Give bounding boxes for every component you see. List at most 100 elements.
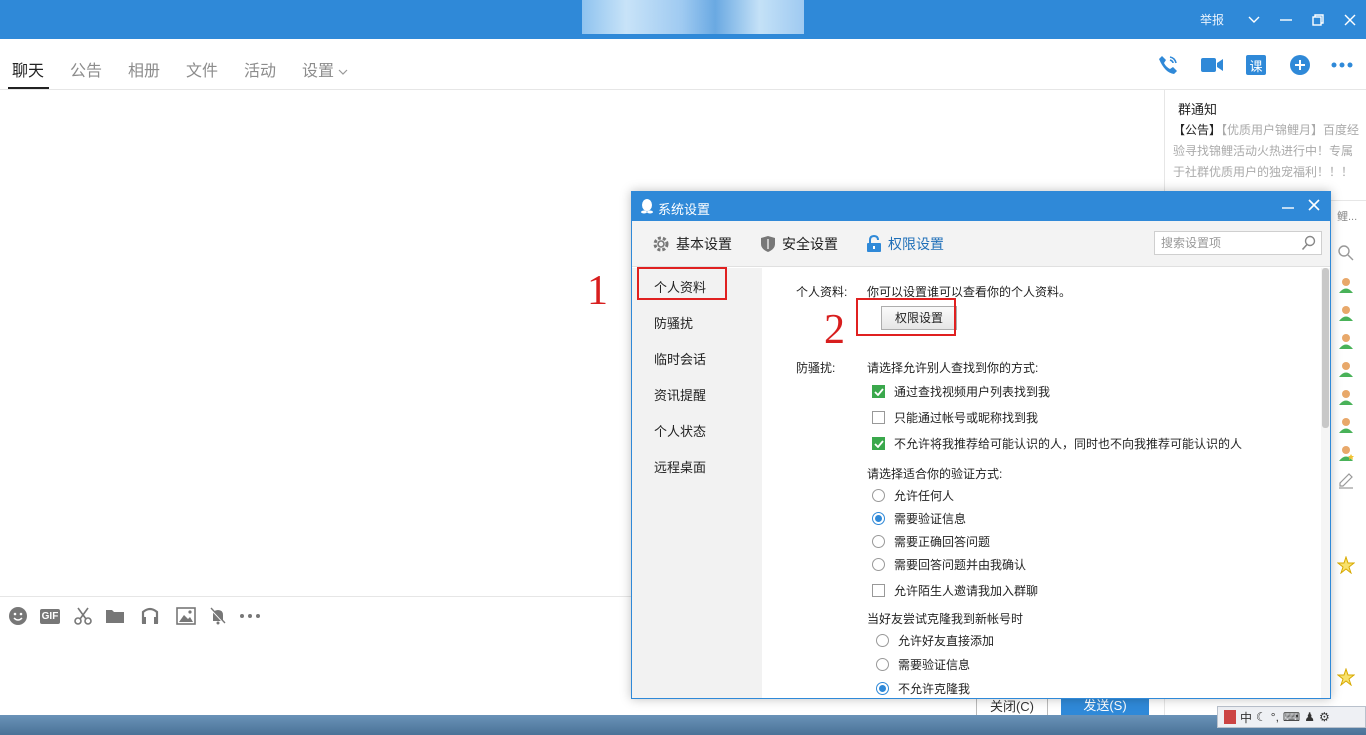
ime-logo-icon — [1224, 710, 1236, 724]
radio[interactable] — [876, 634, 889, 647]
clone-option-verify[interactable]: 需要验证信息 — [876, 656, 970, 673]
add-app-icon[interactable] — [1288, 53, 1312, 77]
video-call-icon[interactable] — [1200, 53, 1224, 77]
minimize-icon[interactable] — [1282, 198, 1294, 212]
screenshot-icon[interactable] — [72, 606, 94, 626]
close-icon[interactable] — [1334, 0, 1366, 39]
settings-category-nav: 基本设置 安全设置 权限设置 — [632, 221, 1330, 267]
settings-search[interactable] — [1154, 231, 1322, 255]
tab-security-settings[interactable]: 安全设置 — [760, 234, 838, 254]
find-option-no-recommend[interactable]: 不允许将我推荐给可能认识的人，同时也不向我推荐可能认识的人 — [872, 435, 1242, 452]
chat-tabs: 聊天 公告 相册 文件 活动 设置 课 — [0, 39, 1366, 90]
search-icon[interactable] — [1337, 244, 1355, 262]
anti-harassment-label: 防骚扰: — [796, 361, 836, 375]
option-label: 通过查找视频用户列表找到我 — [894, 385, 1051, 399]
music-icon[interactable] — [139, 606, 161, 626]
folder-icon[interactable] — [104, 606, 126, 626]
tab-chat[interactable]: 聊天 — [12, 57, 44, 81]
tab-album[interactable]: 相册 — [128, 57, 160, 81]
more-icon[interactable] — [1330, 53, 1354, 77]
search-icon[interactable] — [1301, 235, 1317, 251]
close-icon[interactable] — [1308, 198, 1320, 212]
emoji-icon[interactable] — [7, 606, 29, 626]
member-avatar-icon[interactable] — [1337, 304, 1355, 322]
checkbox[interactable] — [872, 411, 885, 424]
tab-settings[interactable]: 设置 — [302, 57, 348, 81]
more-icon[interactable] — [239, 606, 261, 626]
close-chat-button[interactable]: 关闭(C) — [976, 697, 1048, 715]
chevron-down-icon[interactable] — [1238, 0, 1270, 39]
verify-option-anyone[interactable]: 允许任何人 — [872, 487, 954, 504]
notify-off-icon[interactable] — [207, 606, 229, 626]
send-button[interactable]: 发送(S) — [1061, 697, 1149, 715]
radio[interactable] — [872, 535, 885, 548]
sidebar-item-anti-harassment[interactable]: 防骚扰 — [654, 313, 693, 332]
dialog-titlebar: 系统设置 — [632, 192, 1330, 221]
punctuation-icon[interactable]: °, — [1271, 710, 1279, 724]
group-invite-option[interactable]: 允许陌生人邀请我加入群聊 — [872, 582, 1038, 599]
option-label: 不允许将我推荐给可能认识的人，同时也不向我推荐可能认识的人 — [894, 437, 1243, 451]
clone-option-deny[interactable]: 不允许克隆我 — [876, 680, 970, 697]
radio[interactable] — [872, 558, 885, 571]
phone-call-icon[interactable] — [1156, 53, 1180, 77]
member-avatar-icon[interactable] — [1337, 276, 1355, 294]
window-titlebar: 举报 — [0, 0, 1366, 39]
radio[interactable] — [876, 658, 889, 671]
lock-icon — [867, 235, 881, 252]
verify-option-answer-confirm[interactable]: 需要回答问题并由我确认 — [872, 556, 1026, 573]
member-avatar-icon[interactable] — [1337, 416, 1355, 434]
radio[interactable] — [872, 489, 885, 502]
member-avatar-icon[interactable] — [1337, 388, 1355, 406]
find-method-prompt: 请选择允许别人查找到你的方式: — [867, 361, 1039, 375]
sidebar-item-news-alert[interactable]: 资讯提醒 — [654, 385, 706, 404]
group-notice-title: 群通知 — [1178, 102, 1218, 117]
tab-activity[interactable]: 活动 — [244, 57, 276, 81]
image-icon[interactable] — [175, 606, 197, 626]
member-avatar-icon[interactable] — [1337, 360, 1355, 378]
user-icon[interactable]: ♟ — [1304, 710, 1315, 724]
find-option-account-only[interactable]: 只能通过帐号或昵称找到我 — [872, 409, 1038, 426]
settings-icon[interactable]: ⚙ — [1319, 710, 1330, 724]
settings-sidebar: 个人资料 防骚扰 临时会话 资讯提醒 个人状态 远程桌面 — [632, 268, 762, 698]
checkbox-checked[interactable] — [872, 385, 885, 398]
gif-icon[interactable]: GIF — [39, 606, 61, 626]
keyboard-icon[interactable]: ⌨ — [1283, 710, 1300, 724]
tab-permission-settings[interactable]: 权限设置 — [866, 234, 944, 254]
clone-option-allow[interactable]: 允许好友直接添加 — [876, 632, 994, 649]
verify-option-message[interactable]: 需要验证信息 — [872, 510, 966, 527]
radio-selected[interactable] — [876, 682, 889, 695]
member-header-truncated: 鲤... — [1337, 211, 1358, 223]
member-avatar-icon[interactable] — [1337, 332, 1355, 350]
tab-basic-settings[interactable]: 基本设置 — [652, 234, 732, 254]
checkbox[interactable] — [872, 584, 885, 597]
scrollbar-thumb[interactable] — [1322, 268, 1329, 428]
sidebar-item-temp-chat[interactable]: 临时会话 — [654, 349, 706, 368]
edit-icon[interactable] — [1337, 472, 1355, 490]
checkbox-checked[interactable] — [872, 437, 885, 450]
restore-icon[interactable] — [1302, 0, 1334, 39]
minimize-icon[interactable] — [1270, 0, 1302, 39]
settings-search-input[interactable] — [1155, 232, 1295, 254]
tab-basic-settings-label: 基本设置 — [676, 236, 732, 252]
blurred-group-name — [582, 0, 804, 34]
ime-language-label[interactable]: 中 — [1240, 709, 1252, 726]
star-icon[interactable] — [1337, 556, 1355, 574]
ime-toolbar[interactable]: 中 ☾ °, ⌨ ♟ ⚙ — [1217, 706, 1366, 728]
content-scrollbar[interactable] — [1321, 268, 1330, 698]
sidebar-item-remote-desktop[interactable]: 远程桌面 — [654, 457, 706, 476]
verify-option-answer[interactable]: 需要正确回答问题 — [872, 533, 990, 550]
group-notice-text[interactable]: 【公告】【优质用户锦鲤月】百度经验寻找锦鲤活动火热进行中！专属于社群优质用户的独… — [1173, 120, 1361, 195]
tab-announcement[interactable]: 公告 — [70, 57, 102, 81]
system-settings-dialog: 系统设置 基本设置 安全设置 权限设置 个人资料 防骚扰 临时会话 资讯提醒 个… — [631, 191, 1331, 699]
report-link[interactable]: 举报 — [1200, 11, 1224, 28]
class-icon[interactable]: 课 — [1244, 53, 1268, 77]
star-icon[interactable] — [1337, 668, 1355, 686]
radio-selected[interactable] — [872, 512, 885, 525]
moon-icon[interactable]: ☾ — [1256, 710, 1267, 724]
sidebar-item-status[interactable]: 个人状态 — [654, 421, 706, 440]
active-tab-indicator — [8, 87, 49, 89]
tab-files[interactable]: 文件 — [186, 57, 218, 81]
member-avatar-icon[interactable] — [1337, 444, 1355, 462]
find-option-video-list[interactable]: 通过查找视频用户列表找到我 — [872, 383, 1050, 400]
option-label: 不允许克隆我 — [898, 682, 971, 696]
